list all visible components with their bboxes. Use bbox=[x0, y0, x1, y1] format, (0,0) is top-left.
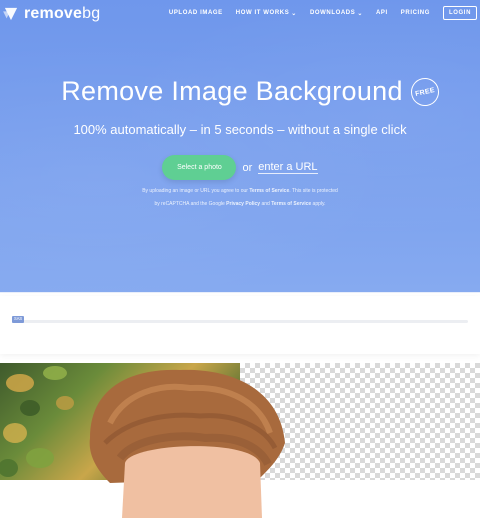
nav-upload-image[interactable]: UPLOAD IMAGE bbox=[169, 10, 223, 16]
chevron-down-icon: ⌄ bbox=[357, 10, 363, 17]
hero-section: removebg UPLOAD IMAGE HOW IT WORKS ⌄ DOW… bbox=[0, 0, 480, 292]
person-cutout bbox=[89, 369, 285, 518]
demo-image-comparison bbox=[0, 363, 480, 518]
chevron-down-icon: ⌄ bbox=[291, 10, 297, 17]
brand-logo[interactable]: removebg bbox=[2, 5, 100, 23]
section-divider bbox=[0, 292, 480, 293]
free-badge: FREE bbox=[408, 74, 442, 109]
terms-of-service-link[interactable]: Terms of Service bbox=[249, 188, 289, 194]
progress-bar bbox=[12, 320, 468, 323]
terms-of-service-link-2[interactable]: Terms of Service bbox=[271, 201, 311, 207]
privacy-policy-link[interactable]: Privacy Policy bbox=[226, 201, 260, 207]
top-nav: UPLOAD IMAGE HOW IT WORKS ⌄ DOWNLOADS ⌄ … bbox=[156, 5, 480, 21]
hero-background-texture bbox=[0, 0, 480, 292]
nav-how-it-works[interactable]: HOW IT WORKS ⌄ bbox=[236, 10, 297, 17]
or-text: or bbox=[242, 161, 253, 174]
removebg-logo-icon bbox=[3, 7, 18, 21]
nav-downloads[interactable]: DOWNLOADS ⌄ bbox=[310, 10, 363, 17]
select-photo-button[interactable]: Select a photo bbox=[162, 155, 237, 180]
progress-panel: SAS bbox=[0, 296, 480, 354]
page-title: Remove Image Background FREE bbox=[0, 74, 480, 109]
hero-subtitle: 100% automatically – in 5 seconds – with… bbox=[73, 122, 407, 137]
upload-actions: Select a photo or enter a URL bbox=[0, 155, 480, 180]
title-text: Remove Image Background bbox=[61, 76, 403, 106]
nav-api[interactable]: API bbox=[376, 10, 388, 16]
enter-url-link[interactable]: enter a URL bbox=[258, 161, 318, 174]
legal-notice: By uploading an image or URL you agree t… bbox=[142, 188, 338, 207]
progress-label: SAS bbox=[12, 316, 25, 323]
brand-name: removebg bbox=[24, 5, 101, 22]
login-button[interactable]: LOGIN bbox=[443, 6, 477, 20]
nav-pricing[interactable]: PRICING bbox=[401, 10, 430, 16]
